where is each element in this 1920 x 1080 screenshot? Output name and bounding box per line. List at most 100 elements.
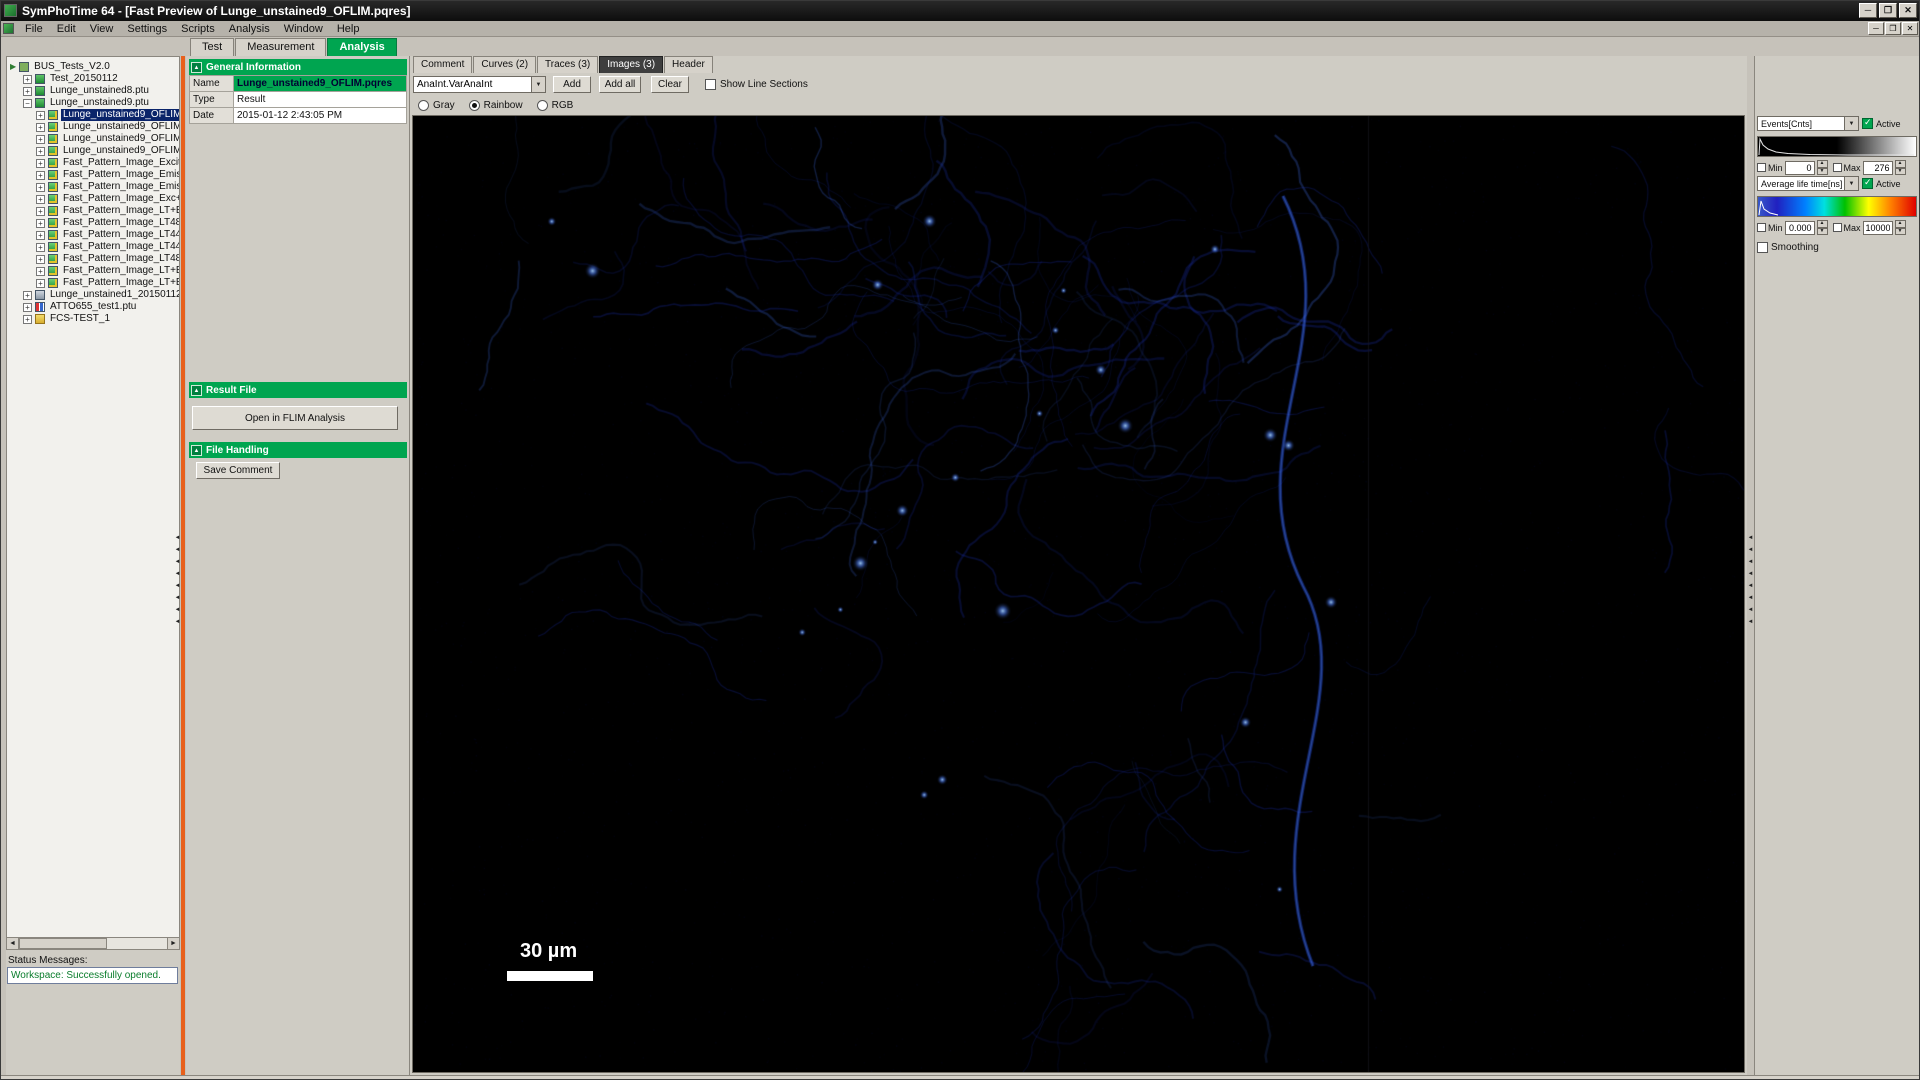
tree-item[interactable]: +Fast_Pattern_Image_LT+Em+ (7, 277, 179, 289)
chevron-down-icon[interactable]: ▼ (1844, 117, 1858, 130)
clear-button[interactable]: Clear (651, 76, 689, 93)
expand-icon[interactable]: + (36, 159, 45, 168)
expand-icon[interactable]: + (36, 255, 45, 264)
tab-comment[interactable]: Comment (413, 56, 472, 73)
expand-icon[interactable]: + (36, 219, 45, 228)
expand-icon[interactable]: + (36, 267, 45, 276)
tab-measurement[interactable]: Measurement (235, 38, 326, 56)
tab-header[interactable]: Header (664, 56, 713, 73)
tree-item[interactable]: −Lunge_unstained9.ptu (7, 97, 179, 109)
chevron-down-icon[interactable]: ▼ (1844, 177, 1858, 190)
image-source-dropdown[interactable]: AnaInt.VarAnaInt ▼ (413, 76, 546, 93)
tree-item[interactable]: +Fast_Pattern_Image_Exc+Em (7, 193, 179, 205)
channel1-active-checkbox[interactable] (1862, 118, 1873, 129)
collapse-section-icon[interactable]: ▲ (191, 62, 202, 73)
max2-input[interactable] (1863, 221, 1893, 235)
show-line-sections-checkbox[interactable] (705, 79, 716, 90)
radio-rgb[interactable] (537, 100, 548, 111)
expand-icon[interactable]: + (36, 243, 45, 252)
tree-item[interactable]: +Lunge_unstained8.ptu (7, 85, 179, 97)
tree-item[interactable]: +Fast_Pattern_Image_LT485.p (7, 217, 179, 229)
channel2-active-checkbox[interactable] (1862, 178, 1873, 189)
min2-auto-checkbox[interactable] (1757, 223, 1766, 232)
mdi-restore-button[interactable]: ❐ (1885, 22, 1901, 35)
tree-item[interactable]: +Lunge_unstained9_OFLIM_2 (7, 133, 179, 145)
tree-item[interactable]: +Lunge_unstained9_OFLIM_1 (7, 121, 179, 133)
expand-icon[interactable]: + (36, 231, 45, 240)
tab-images-3[interactable]: Images (3) (599, 56, 663, 73)
expand-icon[interactable]: + (36, 123, 45, 132)
channel1-dropdown[interactable]: Events[Cnts] ▼ (1757, 116, 1859, 131)
expand-icon[interactable]: + (23, 315, 32, 324)
min2-stepper[interactable]: ▲▼ (1817, 220, 1828, 235)
tree-item[interactable]: +Fast_Pattern_Image_LT+Em_ (7, 205, 179, 217)
tree-item[interactable]: +Fast_Pattern_Image_LT485+E (7, 253, 179, 265)
file-handling-header[interactable]: ▲ File Handling (189, 442, 407, 458)
max1-auto-checkbox[interactable] (1833, 163, 1842, 172)
save-comment-button[interactable]: Save Comment (196, 462, 280, 479)
expand-icon[interactable]: + (36, 147, 45, 156)
tree-item[interactable]: +Lunge_unstained9_OFLIM.pq (7, 109, 179, 121)
tree-item[interactable]: +Fast_Pattern_Image_Emission (7, 169, 179, 181)
max1-stepper[interactable]: ▲▼ (1895, 160, 1906, 175)
min1-stepper[interactable]: ▲▼ (1817, 160, 1828, 175)
right-splitter-handle[interactable]: ◄◄◄◄◄◄◄◄ (1747, 535, 1754, 625)
expand-icon[interactable]: + (36, 171, 45, 180)
menu-edit[interactable]: Edit (50, 22, 83, 36)
expand-icon[interactable]: + (23, 75, 32, 84)
min1-input[interactable] (1785, 161, 1815, 175)
channel2-dropdown[interactable]: Average life time[ns] ▼ (1757, 176, 1859, 191)
tab-curves-2[interactable]: Curves (2) (473, 56, 536, 73)
add-all-button[interactable]: Add all (599, 76, 641, 93)
tree-item[interactable]: +Fast_Pattern_Image_Excitatio (7, 157, 179, 169)
document-window-icon[interactable] (3, 23, 14, 34)
add-button[interactable]: Add (553, 76, 591, 93)
max2-auto-checkbox[interactable] (1833, 223, 1842, 232)
tree-item[interactable]: +Fast_Pattern_Image_Emission (7, 181, 179, 193)
scrollbar-thumb[interactable] (19, 938, 107, 949)
collapse-section-icon[interactable]: ▲ (191, 445, 202, 456)
panel-splitter[interactable] (181, 56, 185, 1075)
mdi-minimize-button[interactable]: ─ (1868, 22, 1884, 35)
flim-image-canvas[interactable] (413, 116, 1744, 1072)
menu-settings[interactable]: Settings (120, 22, 174, 36)
expand-icon[interactable]: + (23, 291, 32, 300)
left-splitter-handle[interactable]: ◄◄◄◄◄◄◄◄ (174, 535, 181, 625)
result-file-header[interactable]: ▲ Result File (189, 382, 407, 398)
menu-scripts[interactable]: Scripts (174, 22, 222, 36)
expand-icon[interactable]: + (36, 207, 45, 216)
mdi-close-button[interactable]: ✕ (1902, 22, 1918, 35)
expand-icon[interactable]: + (36, 111, 45, 120)
scrollbar-track[interactable] (19, 937, 167, 950)
menu-help[interactable]: Help (330, 22, 367, 36)
expand-icon[interactable]: + (36, 183, 45, 192)
intensity-gradient[interactable] (1757, 136, 1917, 157)
tree-item[interactable]: +Fast_Pattern_Image_LT+Exc (7, 265, 179, 277)
tab-analysis[interactable]: Analysis (327, 38, 396, 56)
tab-traces-3[interactable]: Traces (3) (537, 56, 598, 73)
radio-rainbow[interactable] (469, 100, 480, 111)
scroll-right-icon[interactable]: ► (167, 937, 180, 950)
menu-analysis[interactable]: Analysis (222, 22, 277, 36)
tree-horizontal-scrollbar[interactable]: ◄ ► (6, 937, 180, 950)
min2-input[interactable] (1785, 221, 1815, 235)
tree-item[interactable]: +Test_20150112 (7, 73, 179, 85)
expand-icon[interactable]: + (36, 279, 45, 288)
collapse-section-icon[interactable]: ▲ (191, 385, 202, 396)
smoothing-checkbox[interactable] (1757, 242, 1768, 253)
tree-item[interactable]: +Fast_Pattern_Image_LT440.p (7, 229, 179, 241)
tree-item[interactable]: ▶BUS_Tests_V2.0 (7, 61, 179, 73)
lifetime-gradient[interactable] (1757, 196, 1917, 217)
tree-item[interactable]: +ATTO655_test1.ptu (7, 301, 179, 313)
collapse-icon[interactable]: − (23, 99, 32, 108)
tree-item[interactable]: +FCS-TEST_1 (7, 313, 179, 325)
maximize-button[interactable]: ❐ (1879, 3, 1897, 18)
close-button[interactable]: ✕ (1899, 3, 1917, 18)
expand-icon[interactable]: + (23, 87, 32, 96)
tree-item[interactable]: +Fast_Pattern_Image_LT440+E (7, 241, 179, 253)
scroll-left-icon[interactable]: ◄ (6, 937, 19, 950)
max1-input[interactable] (1863, 161, 1893, 175)
radio-gray[interactable] (418, 100, 429, 111)
expand-icon[interactable]: + (36, 195, 45, 204)
tab-test[interactable]: Test (190, 38, 234, 56)
